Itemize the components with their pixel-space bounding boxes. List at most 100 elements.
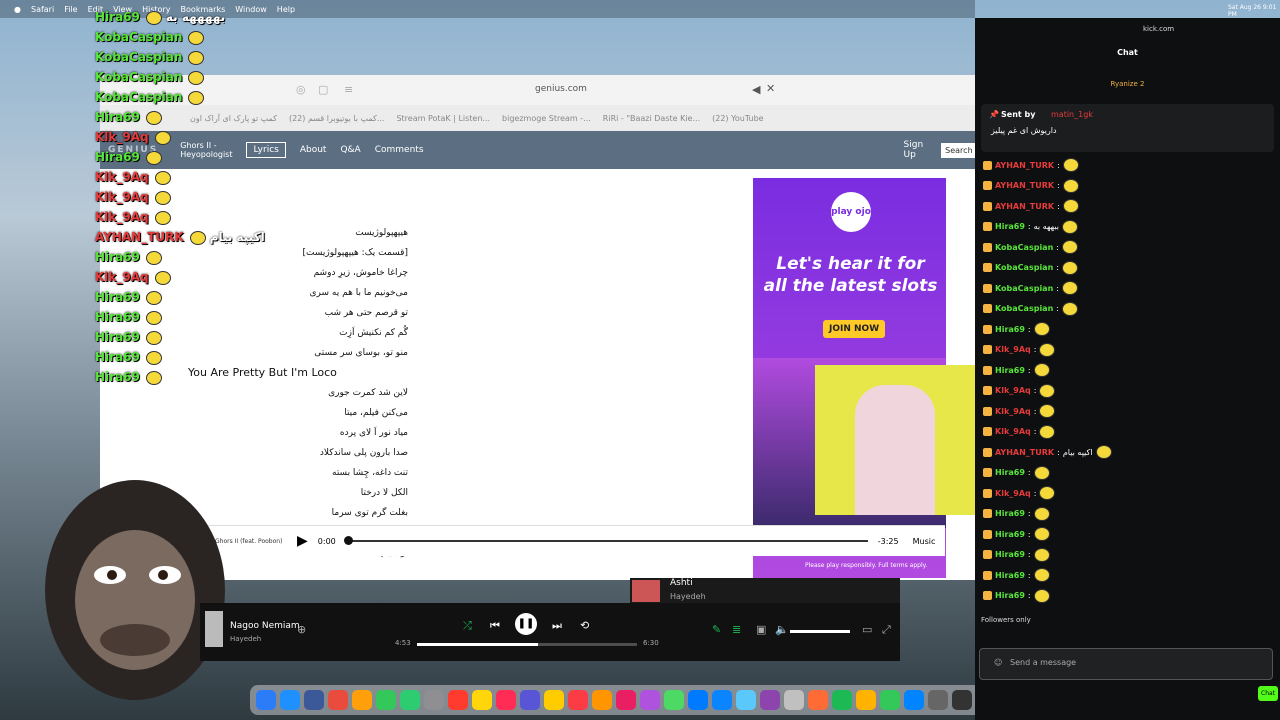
dock-app-icon[interactable] bbox=[304, 690, 324, 710]
shuffle-icon[interactable]: ⤮ bbox=[463, 619, 472, 633]
search-input[interactable]: Search bbox=[941, 142, 977, 158]
url-domain[interactable]: genius.com bbox=[535, 84, 587, 94]
dock-app-icon[interactable] bbox=[784, 690, 804, 710]
repeat-icon[interactable]: ⟲ bbox=[580, 619, 589, 632]
dock-app-icon[interactable] bbox=[592, 690, 612, 710]
track-title[interactable]: Nagoo Nemiam bbox=[230, 621, 300, 631]
chat-username[interactable]: AYHAN_TURK bbox=[995, 181, 1054, 190]
chat-message[interactable]: Hira69: bbox=[983, 527, 1050, 541]
chat-username[interactable]: KobaCaspian bbox=[995, 304, 1053, 313]
send-message-input[interactable]: ☺ Send a message bbox=[979, 648, 1273, 680]
chat-url-bar[interactable]: kick.com bbox=[975, 18, 1280, 42]
chat-message[interactable]: KobaCaspian: bbox=[983, 301, 1078, 316]
browser-tab[interactable]: (22) کمپ با یوتیوبرا قسم... bbox=[289, 114, 384, 123]
chat-message[interactable]: Hira69: bbox=[983, 506, 1050, 521]
chat-message[interactable]: Klk_9Aq: bbox=[983, 424, 1056, 439]
dock-app-icon[interactable] bbox=[856, 690, 876, 710]
dock-app-icon[interactable] bbox=[496, 690, 516, 710]
player-scrubber[interactable] bbox=[343, 536, 868, 545]
reader-icon[interactable]: ≡ bbox=[344, 83, 353, 96]
chat-username[interactable]: AYHAN_TURK bbox=[995, 448, 1054, 457]
pause-button[interactable]: ❚❚ bbox=[515, 613, 537, 635]
chat-username[interactable]: Hira69 bbox=[995, 325, 1025, 334]
lyric-line[interactable]: صدا بارون پلی ساندکلاد bbox=[188, 443, 408, 463]
tab-about[interactable]: About bbox=[300, 145, 327, 155]
dock-app-icon[interactable] bbox=[544, 690, 564, 710]
dock-app-icon[interactable] bbox=[808, 690, 828, 710]
browser-tab[interactable]: bigezmoge Stream -... bbox=[502, 114, 591, 123]
chat-message[interactable]: Klk_9Aq: bbox=[983, 383, 1056, 398]
chat-message[interactable]: Hira69: bbox=[983, 588, 1050, 603]
mute-icon[interactable]: ◀ bbox=[752, 83, 760, 96]
chat-message[interactable]: AYHAN_TURK: bbox=[983, 158, 1079, 172]
volume-icon[interactable]: 🔈 bbox=[775, 623, 789, 636]
close-tab-icon[interactable]: ✕ bbox=[766, 82, 775, 95]
menu-file[interactable]: File bbox=[64, 5, 77, 14]
dock-app-icon[interactable] bbox=[880, 690, 900, 710]
previous-icon[interactable]: ⏮ bbox=[490, 619, 500, 633]
dock-app-icon[interactable] bbox=[736, 690, 756, 710]
chat-username[interactable]: Hira69 bbox=[995, 571, 1025, 580]
next-icon[interactable]: ⏭ bbox=[552, 619, 562, 633]
lyric-line[interactable]: می‌کنن فیلم، میتا bbox=[188, 403, 408, 423]
dock-app-icon[interactable] bbox=[328, 690, 348, 710]
chat-message[interactable]: Hira69: bbox=[983, 465, 1050, 480]
chat-message[interactable]: AYHAN_TURK: bbox=[983, 199, 1079, 213]
chat-username[interactable]: Klk_9Aq bbox=[995, 489, 1031, 498]
device-icon[interactable]: ▣ bbox=[756, 623, 766, 636]
chat-username[interactable]: AYHAN_TURK bbox=[995, 202, 1054, 211]
dock-app-icon[interactable] bbox=[256, 690, 276, 710]
scrubber-handle[interactable] bbox=[343, 536, 353, 545]
chat-message[interactable]: Klk_9Aq: bbox=[983, 486, 1056, 500]
dock-app-icon[interactable] bbox=[352, 690, 372, 710]
chat-send-button[interactable]: Chat bbox=[1258, 686, 1279, 701]
dock-app-icon[interactable] bbox=[520, 690, 540, 710]
chat-username[interactable]: Klk_9Aq bbox=[995, 427, 1031, 436]
tab-overview-icon[interactable]: ▢ bbox=[318, 83, 328, 96]
chat-message[interactable]: Hira69: bbox=[983, 568, 1050, 582]
dock-app-icon[interactable] bbox=[472, 690, 492, 710]
add-icon[interactable]: ⊕ bbox=[297, 623, 306, 636]
track-artist[interactable]: Hayedeh bbox=[230, 635, 261, 643]
menu-app-name[interactable]: Safari bbox=[31, 5, 54, 14]
dock-app-icon[interactable] bbox=[640, 690, 660, 710]
dock-app-icon[interactable] bbox=[424, 690, 444, 710]
play-icon[interactable]: ▶ bbox=[297, 533, 308, 549]
lyrics-mic-icon[interactable]: ✎ bbox=[712, 623, 721, 636]
chat-username[interactable]: Klk_9Aq bbox=[995, 407, 1031, 416]
shield-icon[interactable]: ◎ bbox=[296, 83, 306, 96]
next-track-title[interactable]: Ashti bbox=[670, 578, 693, 588]
dock-app-icon[interactable] bbox=[928, 690, 948, 710]
browser-tab[interactable]: (22) YouTube bbox=[712, 114, 764, 123]
chat-message[interactable]: Hira69: ببههه به bbox=[983, 219, 1078, 234]
dock-app-icon[interactable] bbox=[568, 690, 588, 710]
chat-username[interactable]: KobaCaspian bbox=[995, 263, 1053, 272]
tab-comments[interactable]: Comments bbox=[375, 145, 424, 155]
chat-message[interactable]: Klk_9Aq: bbox=[983, 342, 1056, 357]
chat-username[interactable]: KobaCaspian bbox=[995, 243, 1053, 252]
dock-app-icon[interactable] bbox=[664, 690, 684, 710]
chat-username[interactable]: Hira69 bbox=[995, 468, 1025, 477]
chat-message[interactable]: AYHAN_TURK: اکیپه بیام bbox=[983, 445, 1112, 459]
chat-username[interactable]: AYHAN_TURK bbox=[995, 161, 1054, 170]
dock-app-icon[interactable] bbox=[952, 690, 972, 710]
tab-qa[interactable]: Q&A bbox=[340, 145, 360, 155]
queue-icon[interactable]: ≣ bbox=[732, 623, 741, 636]
apple-icon[interactable]: ● bbox=[14, 5, 21, 14]
browser-tab[interactable]: RiRi - "Baazi Daste Kie... bbox=[603, 114, 700, 123]
join-now-button[interactable]: JOIN NOW bbox=[823, 320, 886, 338]
chat-username[interactable]: Hira69 bbox=[995, 591, 1025, 600]
signup-link[interactable]: Sign Up bbox=[904, 140, 924, 160]
top-gifter[interactable]: Ryanize 2 bbox=[975, 80, 1280, 88]
dock-app-icon[interactable] bbox=[448, 690, 468, 710]
chat-username[interactable]: Klk_9Aq bbox=[995, 345, 1031, 354]
dock-app-icon[interactable] bbox=[400, 690, 420, 710]
chat-message[interactable]: KobaCaspian: bbox=[983, 281, 1078, 295]
fullscreen-icon[interactable]: ⤢ bbox=[882, 623, 891, 637]
dock-app-icon[interactable] bbox=[760, 690, 780, 710]
pinned-message[interactable]: 📌 Sent by matin_1gk داریوش ای غم پیلیز bbox=[981, 104, 1274, 152]
dock-app-icon[interactable] bbox=[712, 690, 732, 710]
chat-message[interactable]: KobaCaspian: bbox=[983, 260, 1078, 275]
chat-username[interactable]: Hira69 bbox=[995, 530, 1025, 539]
chat-username[interactable]: Hira69 bbox=[995, 509, 1025, 518]
